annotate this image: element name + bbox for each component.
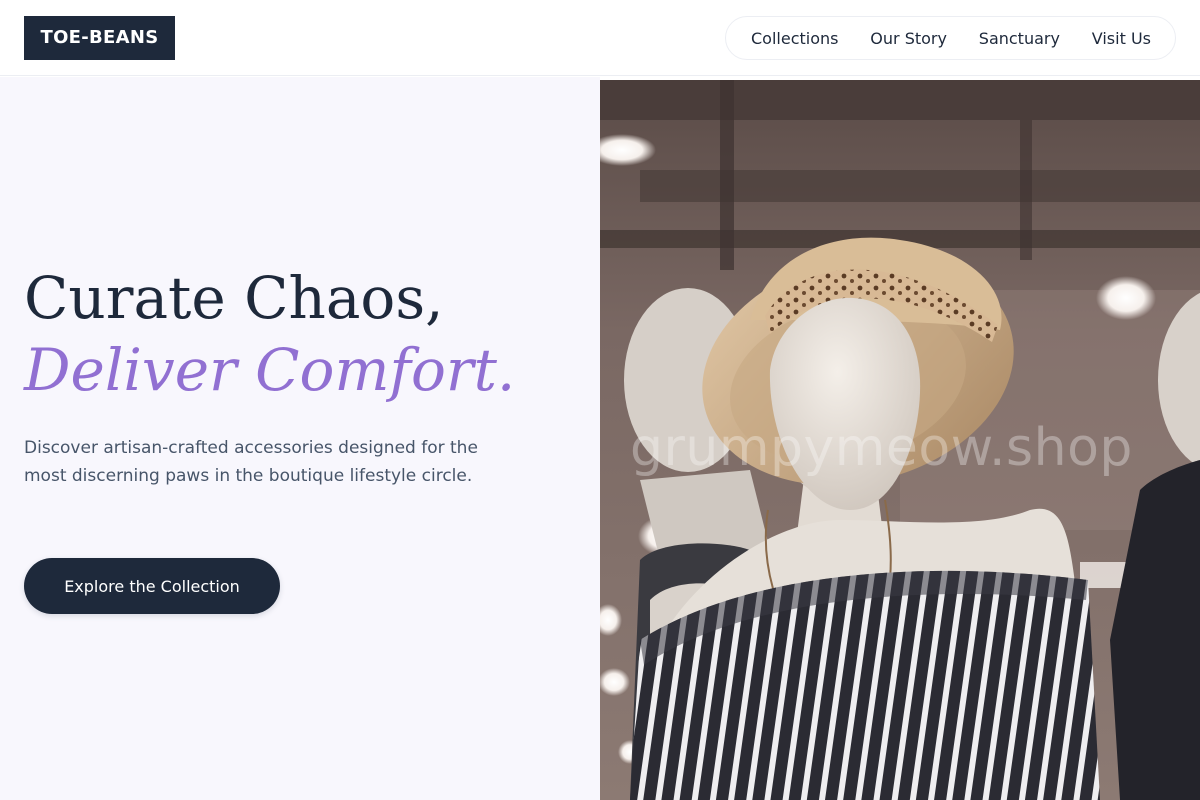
brand-logo[interactable]: TOE-BEANS	[24, 16, 175, 60]
site-header: TOE-BEANS Collections Our Story Sanctuar…	[0, 0, 1200, 76]
nav-link-visit-us[interactable]: Visit Us	[1092, 29, 1151, 48]
headline-line-2-accent: Deliver Comfort.	[24, 336, 516, 404]
nav-link-our-story[interactable]: Our Story	[870, 29, 947, 48]
hero-subtext: Discover artisan-crafted accessories des…	[24, 438, 478, 486]
main-nav: Collections Our Story Sanctuary Visit Us	[725, 16, 1176, 60]
nav-link-collections[interactable]: Collections	[751, 29, 838, 48]
explore-collection-button[interactable]: Explore the Collection	[24, 558, 280, 614]
nav-link-sanctuary[interactable]: Sanctuary	[979, 29, 1060, 48]
image-watermark: grumpymeow.shop	[630, 418, 1133, 478]
headline-line-1: Curate Chaos,	[24, 264, 444, 332]
hero-image: grumpymeow.shop	[600, 80, 1200, 800]
hero-headline: Curate Chaos, Deliver Comfort.	[24, 262, 515, 406]
